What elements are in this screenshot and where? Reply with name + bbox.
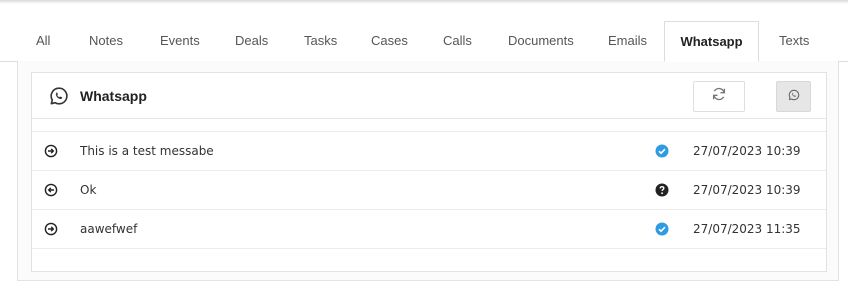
tab-emails[interactable]: Emails [608, 21, 647, 61]
refresh-icon [711, 86, 727, 107]
message-timestamp: 27/07/2023 10:39 [693, 183, 801, 197]
tab-texts[interactable]: Texts [779, 21, 809, 61]
tab-all[interactable]: All [36, 21, 50, 61]
tab-documents[interactable]: Documents [508, 21, 574, 61]
tab-calls[interactable]: Calls [443, 21, 472, 61]
check-circle-icon [655, 222, 669, 236]
whatsapp-send-button[interactable] [776, 81, 811, 112]
message-row[interactable]: Ok 27/07/2023 10:39 [32, 171, 826, 210]
tab-tasks[interactable]: Tasks [304, 21, 337, 61]
panel-title: Whatsapp [80, 88, 147, 104]
tab-whatsapp[interactable]: Whatsapp [664, 21, 759, 62]
question-circle-icon [655, 183, 669, 197]
whatsapp-icon [49, 86, 69, 106]
message-timestamp: 27/07/2023 10:39 [693, 144, 801, 158]
message-text: aawefwef [80, 222, 138, 236]
incoming-arrow-icon [44, 183, 58, 197]
outgoing-arrow-icon [44, 222, 58, 236]
message-text: Ok [80, 183, 97, 197]
refresh-button[interactable] [693, 81, 745, 112]
panel-header: Whatsapp [32, 73, 826, 119]
top-shadow [0, 0, 848, 4]
message-list: This is a test messabe 27/07/2023 10:39 … [32, 131, 826, 249]
check-circle-icon [655, 144, 669, 158]
message-text: This is a test messabe [80, 144, 214, 158]
tab-cases[interactable]: Cases [371, 21, 408, 61]
message-row[interactable]: This is a test messabe 27/07/2023 10:39 [32, 131, 826, 171]
tab-notes[interactable]: Notes [89, 21, 123, 61]
tab-bar: All Notes Events Deals Tasks Cases Calls… [0, 21, 848, 62]
message-timestamp: 27/07/2023 11:35 [693, 222, 801, 236]
outgoing-arrow-icon [44, 144, 58, 158]
tab-deals[interactable]: Deals [235, 21, 268, 61]
tab-events[interactable]: Events [160, 21, 200, 61]
whatsapp-icon [788, 88, 800, 106]
whatsapp-panel: Whatsapp This is a test messabe 27/07/20… [31, 72, 827, 272]
message-row[interactable]: aawefwef 27/07/2023 11:35 [32, 210, 826, 249]
